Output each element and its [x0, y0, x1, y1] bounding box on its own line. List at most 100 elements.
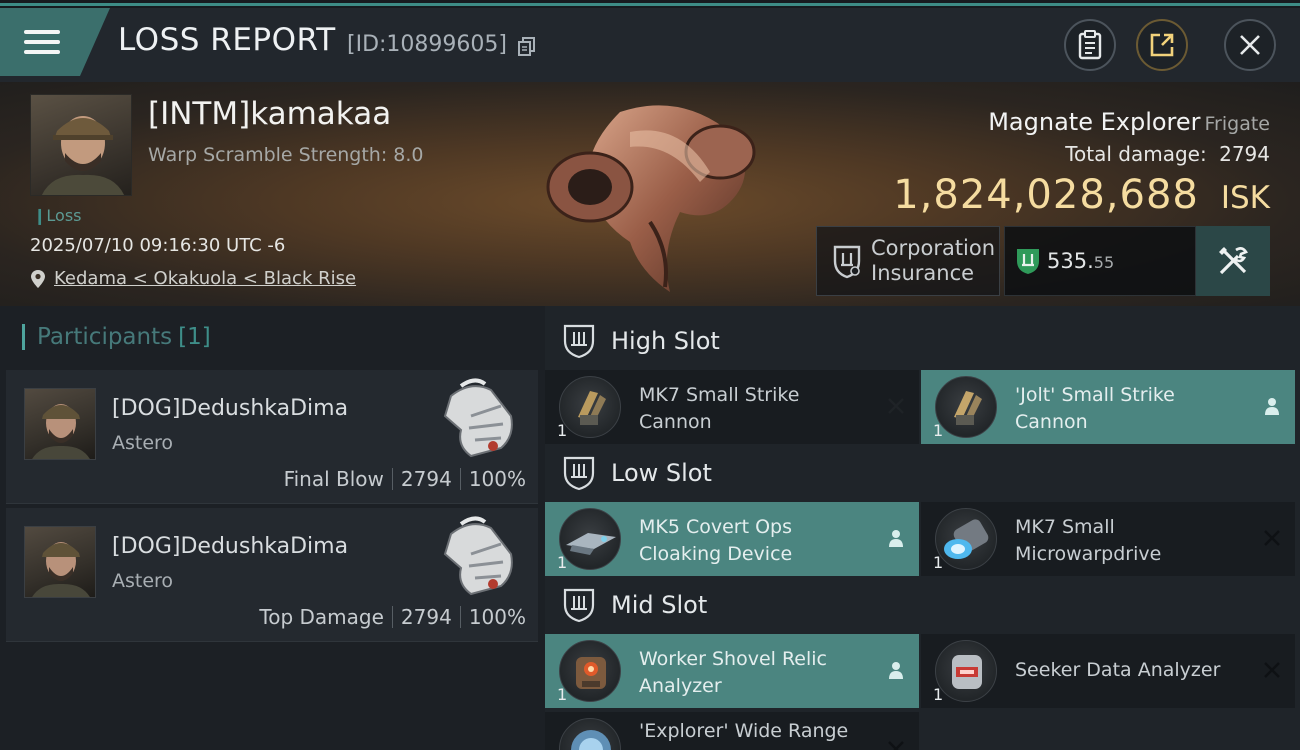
location-text[interactable]: Kedama < Okakuola < Black Rise — [54, 268, 356, 289]
module-name: Worker Shovel Relic Analyzer — [639, 646, 869, 700]
participant-name[interactable]: [DOG]DedushkaDima — [112, 396, 348, 421]
low-slot-icon — [563, 456, 595, 491]
participant-percent: 100% — [468, 467, 526, 491]
module-name: MK7 Small Microwarpdrive — [1015, 514, 1245, 568]
close-button[interactable] — [1224, 19, 1276, 71]
module-item[interactable]: 1 MK7 Small Microwarpdrive — [921, 502, 1295, 576]
participant-name[interactable]: [DOG]DedushkaDima — [112, 534, 348, 559]
corporation-insurance-button[interactable]: Corporation Insurance — [816, 226, 1000, 296]
module-name-line-1: 'Explorer' Wide Range — [639, 720, 849, 742]
participants-title: Participants — [37, 324, 173, 350]
fitting-slots-panel: High Slot 1 MK7 Small Strike Cannon 1 'J… — [545, 306, 1300, 750]
menu-icon — [24, 27, 60, 57]
strike-cannon-icon — [935, 376, 997, 438]
module-item[interactable]: 1 Worker Shovel Relic Analyzer — [545, 634, 919, 708]
module-name-line-1: Worker Shovel Relic — [639, 648, 827, 670]
participant-role: Final Blow — [283, 467, 384, 491]
total-damage-label: Total damage: — [1065, 142, 1207, 166]
high-slot-label: High Slot — [611, 327, 720, 355]
participants-header: Participants [1] — [22, 324, 211, 350]
dropped-person-icon — [885, 659, 907, 681]
module-name-line-1: MK7 Small — [1015, 516, 1115, 538]
high-slot-header: High Slot — [545, 310, 1300, 372]
copy-icon[interactable] — [517, 36, 537, 56]
participant-card[interactable]: [DOG]DedushkaDima Astero Top Damage 2794… — [6, 508, 538, 642]
module-name-line-2: Cannon — [1015, 411, 1088, 433]
module-quantity: 1 — [557, 553, 568, 572]
loss-tag: ❙Loss — [33, 206, 82, 225]
insurance-value: 535.55 — [1004, 226, 1196, 296]
module-name-line-1: 'Jolt' Small Strike — [1015, 384, 1175, 406]
module-item[interactable]: 1 Seeker Data Analyzer — [921, 634, 1295, 708]
module-item[interactable]: 'Explorer' Wide Range — [545, 712, 919, 750]
isk-value-row: 1,824,028,688 ISK — [893, 172, 1270, 218]
module-name: MK7 Small Strike Cannon — [639, 382, 869, 436]
insurance-value-decimal: 55 — [1093, 253, 1115, 272]
share-button[interactable] — [1136, 19, 1188, 71]
cloaking-device-icon — [559, 508, 621, 570]
participant-card[interactable]: [DOG]DedushkaDima Astero Final Blow 2794… — [6, 370, 538, 504]
participant-damage: 2794 — [400, 605, 452, 629]
module-quantity: 1 — [557, 685, 568, 704]
participants-panel: Participants [1] [DOG]DedushkaDima Aster… — [0, 306, 545, 750]
strike-cannon-icon — [559, 376, 621, 438]
clipboard-button[interactable] — [1064, 19, 1116, 71]
module-item[interactable]: 1 'Jolt' Small Strike Cannon — [921, 370, 1295, 444]
low-slot-header: Low Slot — [545, 442, 1300, 504]
fitting-button[interactable] — [1196, 226, 1270, 296]
participant-role: Top Damage — [259, 605, 384, 629]
participant-stats: Top Damage 2794 100% — [259, 605, 526, 629]
module-quantity: 1 — [933, 685, 944, 704]
destroyed-icon — [1261, 527, 1283, 549]
module-quantity: 1 — [933, 421, 944, 440]
participants-count: [1] — [178, 324, 211, 350]
isk-value: 1,824,028,688 — [893, 172, 1199, 218]
wide-range-module-icon — [559, 718, 621, 750]
victim-pilot-name[interactable]: [INTM]kamakaa — [148, 96, 391, 132]
ship-class: Frigate — [1204, 113, 1270, 135]
module-name: 'Explorer' Wide Range — [639, 718, 869, 745]
warp-scramble-strength: Warp Scramble Strength: 8.0 — [148, 144, 424, 166]
dropped-person-icon — [885, 527, 907, 549]
corporation-badge-icon — [1017, 249, 1039, 274]
report-id: [ID:10899605] — [347, 32, 507, 57]
participant-ship-image — [443, 516, 513, 596]
module-item[interactable]: 1 MK5 Covert Ops Cloaking Device — [545, 502, 919, 576]
top-accent-line — [0, 0, 1300, 8]
participant-avatar[interactable] — [24, 388, 96, 460]
module-name-line-2: Cloaking Device — [639, 543, 793, 565]
loss-tag-label: Loss — [46, 206, 82, 225]
victim-banner: [INTM]kamakaa Warp Scramble Strength: 8.… — [0, 82, 1300, 306]
close-icon — [1240, 35, 1260, 55]
destroyed-icon — [885, 395, 907, 417]
insurance-value-main: 535. — [1047, 249, 1094, 273]
relic-analyzer-icon — [559, 640, 621, 702]
page-title: LOSS REPORT — [118, 22, 336, 58]
participant-avatar[interactable] — [24, 526, 96, 598]
location-pin-icon — [31, 269, 45, 288]
insurance-label-line-2: Insurance — [871, 261, 975, 285]
corporation-shield-icon — [833, 245, 861, 279]
location-link[interactable]: Kedama < Okakuola < Black Rise — [30, 268, 356, 289]
module-item[interactable]: 1 MK7 Small Strike Cannon — [545, 370, 919, 444]
ship-name[interactable]: Magnate Explorer — [988, 108, 1200, 136]
module-quantity: 1 — [557, 421, 568, 440]
dropped-person-icon — [1261, 395, 1283, 417]
module-name: MK5 Covert Ops Cloaking Device — [639, 514, 869, 568]
total-damage-value: 2794 — [1219, 142, 1270, 166]
participant-ship-image — [443, 378, 513, 458]
victim-avatar[interactable] — [30, 94, 132, 196]
module-name-line-1: MK5 Covert Ops — [639, 516, 793, 538]
module-name-line-2: Analyzer — [639, 675, 722, 697]
participant-percent: 100% — [468, 605, 526, 629]
high-slot-icon — [563, 324, 595, 359]
ship-name-line: Magnate Explorer Frigate — [988, 108, 1270, 136]
module-name: Seeker Data Analyzer — [1015, 657, 1245, 684]
report-header: LOSS REPORT [ID:10899605] — [0, 8, 1300, 82]
module-quantity: 1 — [933, 553, 944, 572]
module-name: 'Jolt' Small Strike Cannon — [1015, 382, 1245, 436]
menu-button[interactable] — [0, 8, 110, 76]
mid-slot-header: Mid Slot — [545, 574, 1300, 636]
module-name-line-1: MK7 Small Strike — [639, 384, 800, 406]
clipboard-icon — [1078, 30, 1102, 60]
